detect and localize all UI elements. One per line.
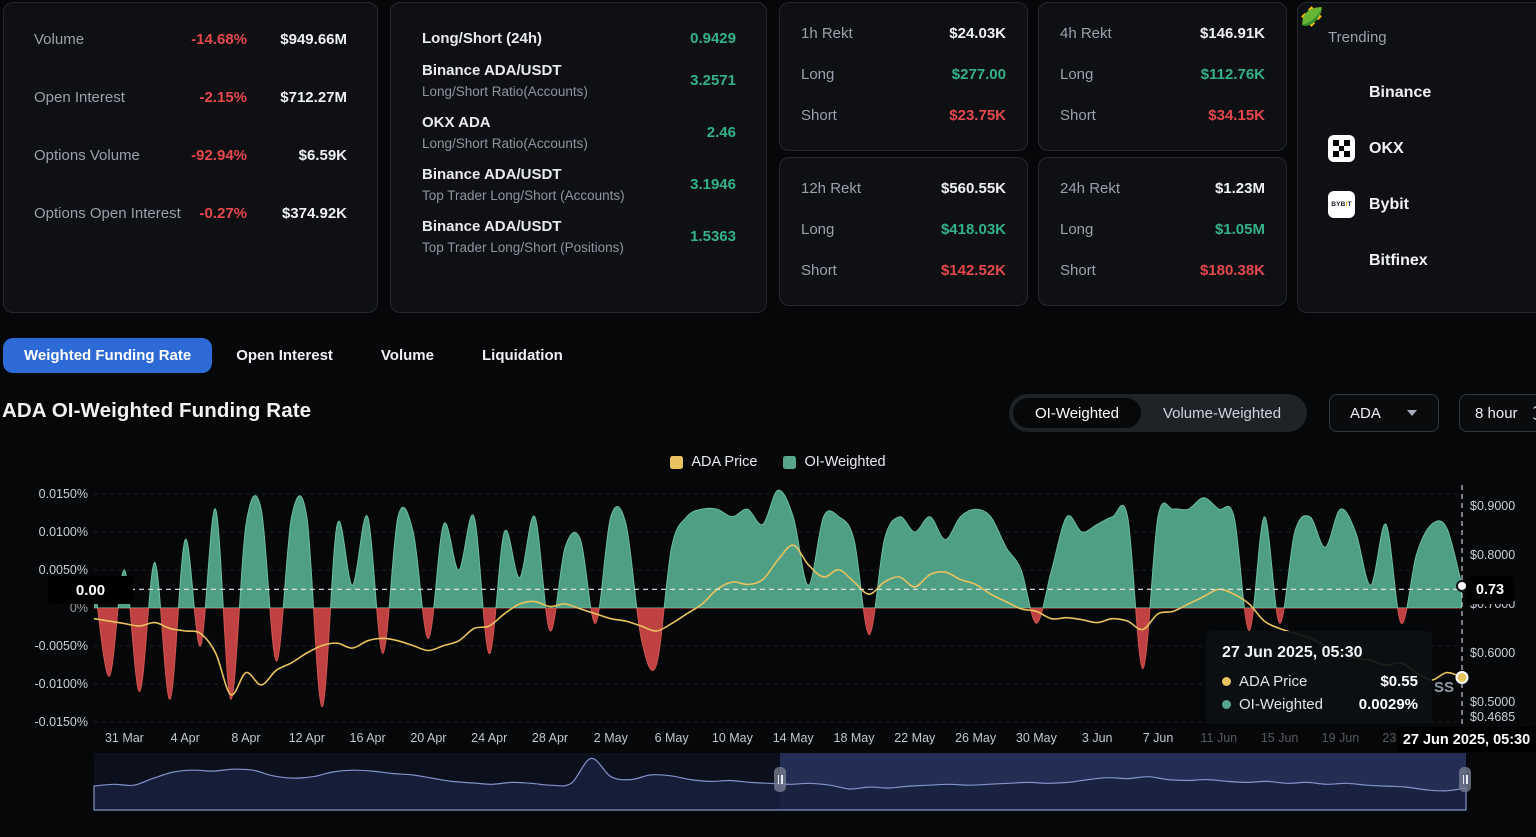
tooltip-row: OI-Weighted 0.0029% — [1222, 696, 1418, 713]
navigator-left-handle[interactable] — [774, 767, 786, 792]
navigator-right-handle[interactable] — [1459, 767, 1471, 792]
tooltip-series-label: ADA Price — [1239, 673, 1307, 690]
tooltip-date: 27 Jun 2025, 05:30 — [1222, 644, 1418, 662]
crosshair-right-badge: 0.73 — [1466, 576, 1514, 604]
tooltip-series-value: 0.0029% — [1359, 696, 1418, 713]
tooltip-series-label: OI-Weighted — [1239, 696, 1323, 713]
watermark-text: SS — [1434, 679, 1454, 696]
chart-tooltip: 27 Jun 2025, 05:30 ADA Price $0.55 OI-Weig… — [1206, 631, 1432, 724]
tooltip-row: ADA Price $0.55 — [1222, 673, 1418, 690]
tooltip-series-value: $0.55 — [1380, 673, 1418, 690]
crosshair-date-badge: 27 Jun 2025, 05:30 — [1397, 727, 1536, 752]
crosshair-left-badge: 0.00 — [48, 576, 133, 604]
tooltip-series-dot — [1222, 677, 1231, 686]
tooltip-series-dot — [1222, 700, 1231, 709]
dashboard-page: Volume-14.68%$949.66MOpen Interest-2.15%… — [0, 0, 1536, 837]
